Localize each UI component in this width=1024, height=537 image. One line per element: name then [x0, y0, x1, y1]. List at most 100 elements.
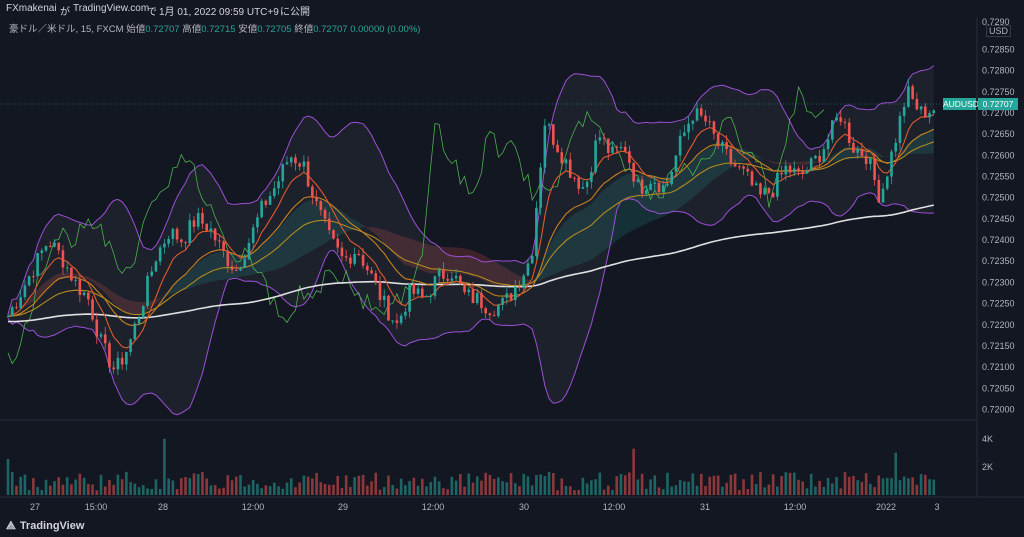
price-tick-label: 0.72750: [982, 87, 1015, 97]
candle-body: [560, 152, 564, 164]
volume-bar: [484, 472, 487, 495]
candle-body: [733, 163, 737, 167]
volume-bar: [556, 490, 559, 495]
volume-bar: [340, 487, 344, 495]
volume-bar: [568, 486, 572, 495]
time-axis[interactable]: 27 15:00 28 12:00 29 12:00 30 12:00 31 12:00 2022 3: [30, 502, 940, 512]
volume-bar: [319, 482, 323, 495]
volume-bar: [695, 485, 699, 495]
tradingview-logo[interactable]: ⟁ TradingView: [6, 520, 84, 533]
volume-bar: [23, 474, 27, 495]
volume-bar: [323, 483, 327, 495]
volume-bar: [99, 474, 103, 495]
currency-label[interactable]: USD: [986, 25, 1012, 37]
time-tick-label: 12:00: [242, 502, 265, 512]
volume-bar: [818, 481, 821, 495]
volume-bar: [302, 475, 306, 495]
price-tick-label: 0.72350: [982, 256, 1015, 266]
volume-bar: [251, 479, 255, 495]
candle-body: [298, 163, 301, 167]
volume-bar: [733, 473, 737, 495]
candle-body: [606, 138, 610, 153]
volume-bar: [416, 485, 420, 495]
volume-bar: [260, 488, 263, 495]
candle-body: [450, 278, 454, 281]
candle-body: [530, 256, 534, 264]
volume-bar: [349, 486, 352, 495]
price-chart[interactable]: 0.728500.728000.727500.727000.726500.726…: [0, 0, 1024, 537]
volume-bar: [932, 479, 936, 495]
candle-body: [82, 292, 86, 295]
candle-body: [239, 267, 242, 271]
volume-bar: [560, 478, 564, 495]
candle-body: [729, 149, 733, 164]
time-tick-label: 29: [338, 502, 348, 512]
volume-bar: [353, 477, 356, 495]
volume-bar: [509, 473, 513, 495]
volume-bar: [264, 485, 268, 495]
volume-bar: [180, 478, 183, 495]
candle-body: [327, 218, 331, 231]
volume-bar: [395, 488, 399, 495]
volume-bar: [552, 473, 555, 495]
volume-bar: [835, 477, 838, 495]
candle-body: [488, 313, 492, 316]
volume-bar: [877, 475, 881, 495]
candle-body: [708, 121, 712, 123]
volume-bar: [475, 476, 479, 495]
volume-bar: [175, 489, 179, 495]
volume-axis: 4K 2K: [982, 434, 993, 472]
volume-bar: [649, 479, 652, 495]
candle-body: [285, 162, 289, 165]
volume-bar: [653, 475, 657, 495]
candle-body: [902, 106, 906, 116]
volume-bar: [247, 484, 251, 495]
volume-bar: [442, 488, 445, 495]
volume-bar: [869, 483, 872, 495]
volume-bar: [852, 475, 855, 495]
price-tick-label: 0.72150: [982, 341, 1015, 351]
candle-body: [822, 149, 826, 162]
volume-bar: [53, 481, 56, 495]
volume-bar: [120, 479, 124, 495]
candle-body: [509, 293, 513, 300]
volume-bar: [196, 474, 200, 495]
volume-bar: [404, 485, 407, 495]
time-tick-label: 28: [158, 502, 168, 512]
volume-bar: [15, 485, 18, 495]
candle-body: [420, 288, 424, 297]
candle-body: [57, 242, 61, 251]
volume-bar: [763, 487, 766, 495]
volume-bar: [687, 481, 690, 495]
volume-bar: [860, 481, 864, 495]
candle-body: [492, 315, 496, 317]
candle-body: [437, 269, 441, 277]
candle-body: [598, 137, 602, 141]
volume-bar: [767, 484, 771, 495]
candle-body: [408, 283, 411, 312]
candle-body: [632, 162, 635, 182]
volume-bar: [826, 477, 830, 495]
candle-body: [192, 220, 196, 227]
candle-body: [459, 275, 462, 285]
candle-body: [399, 315, 403, 323]
volume-bar: [91, 484, 94, 495]
candle-body: [129, 339, 132, 353]
volume-bar: [6, 459, 10, 495]
candle-body: [32, 276, 35, 278]
price-tick-label: 0.72500: [982, 193, 1015, 203]
candle-body: [344, 256, 348, 258]
volume-bar: [907, 478, 910, 495]
candle-body: [590, 172, 593, 182]
bollinger-fill: [8, 65, 934, 415]
candle-body: [294, 157, 297, 164]
candle-body: [674, 155, 678, 172]
price-tick-label: 0.72100: [982, 362, 1015, 372]
candle-body: [311, 186, 314, 198]
volume-bar: [230, 480, 234, 495]
price-axis[interactable]: 0.728500.728000.727500.727000.726500.726…: [982, 17, 1015, 415]
candle-body: [742, 166, 745, 169]
volume-bar: [894, 452, 898, 495]
candle-body: [919, 106, 923, 110]
candle-body: [141, 306, 145, 318]
